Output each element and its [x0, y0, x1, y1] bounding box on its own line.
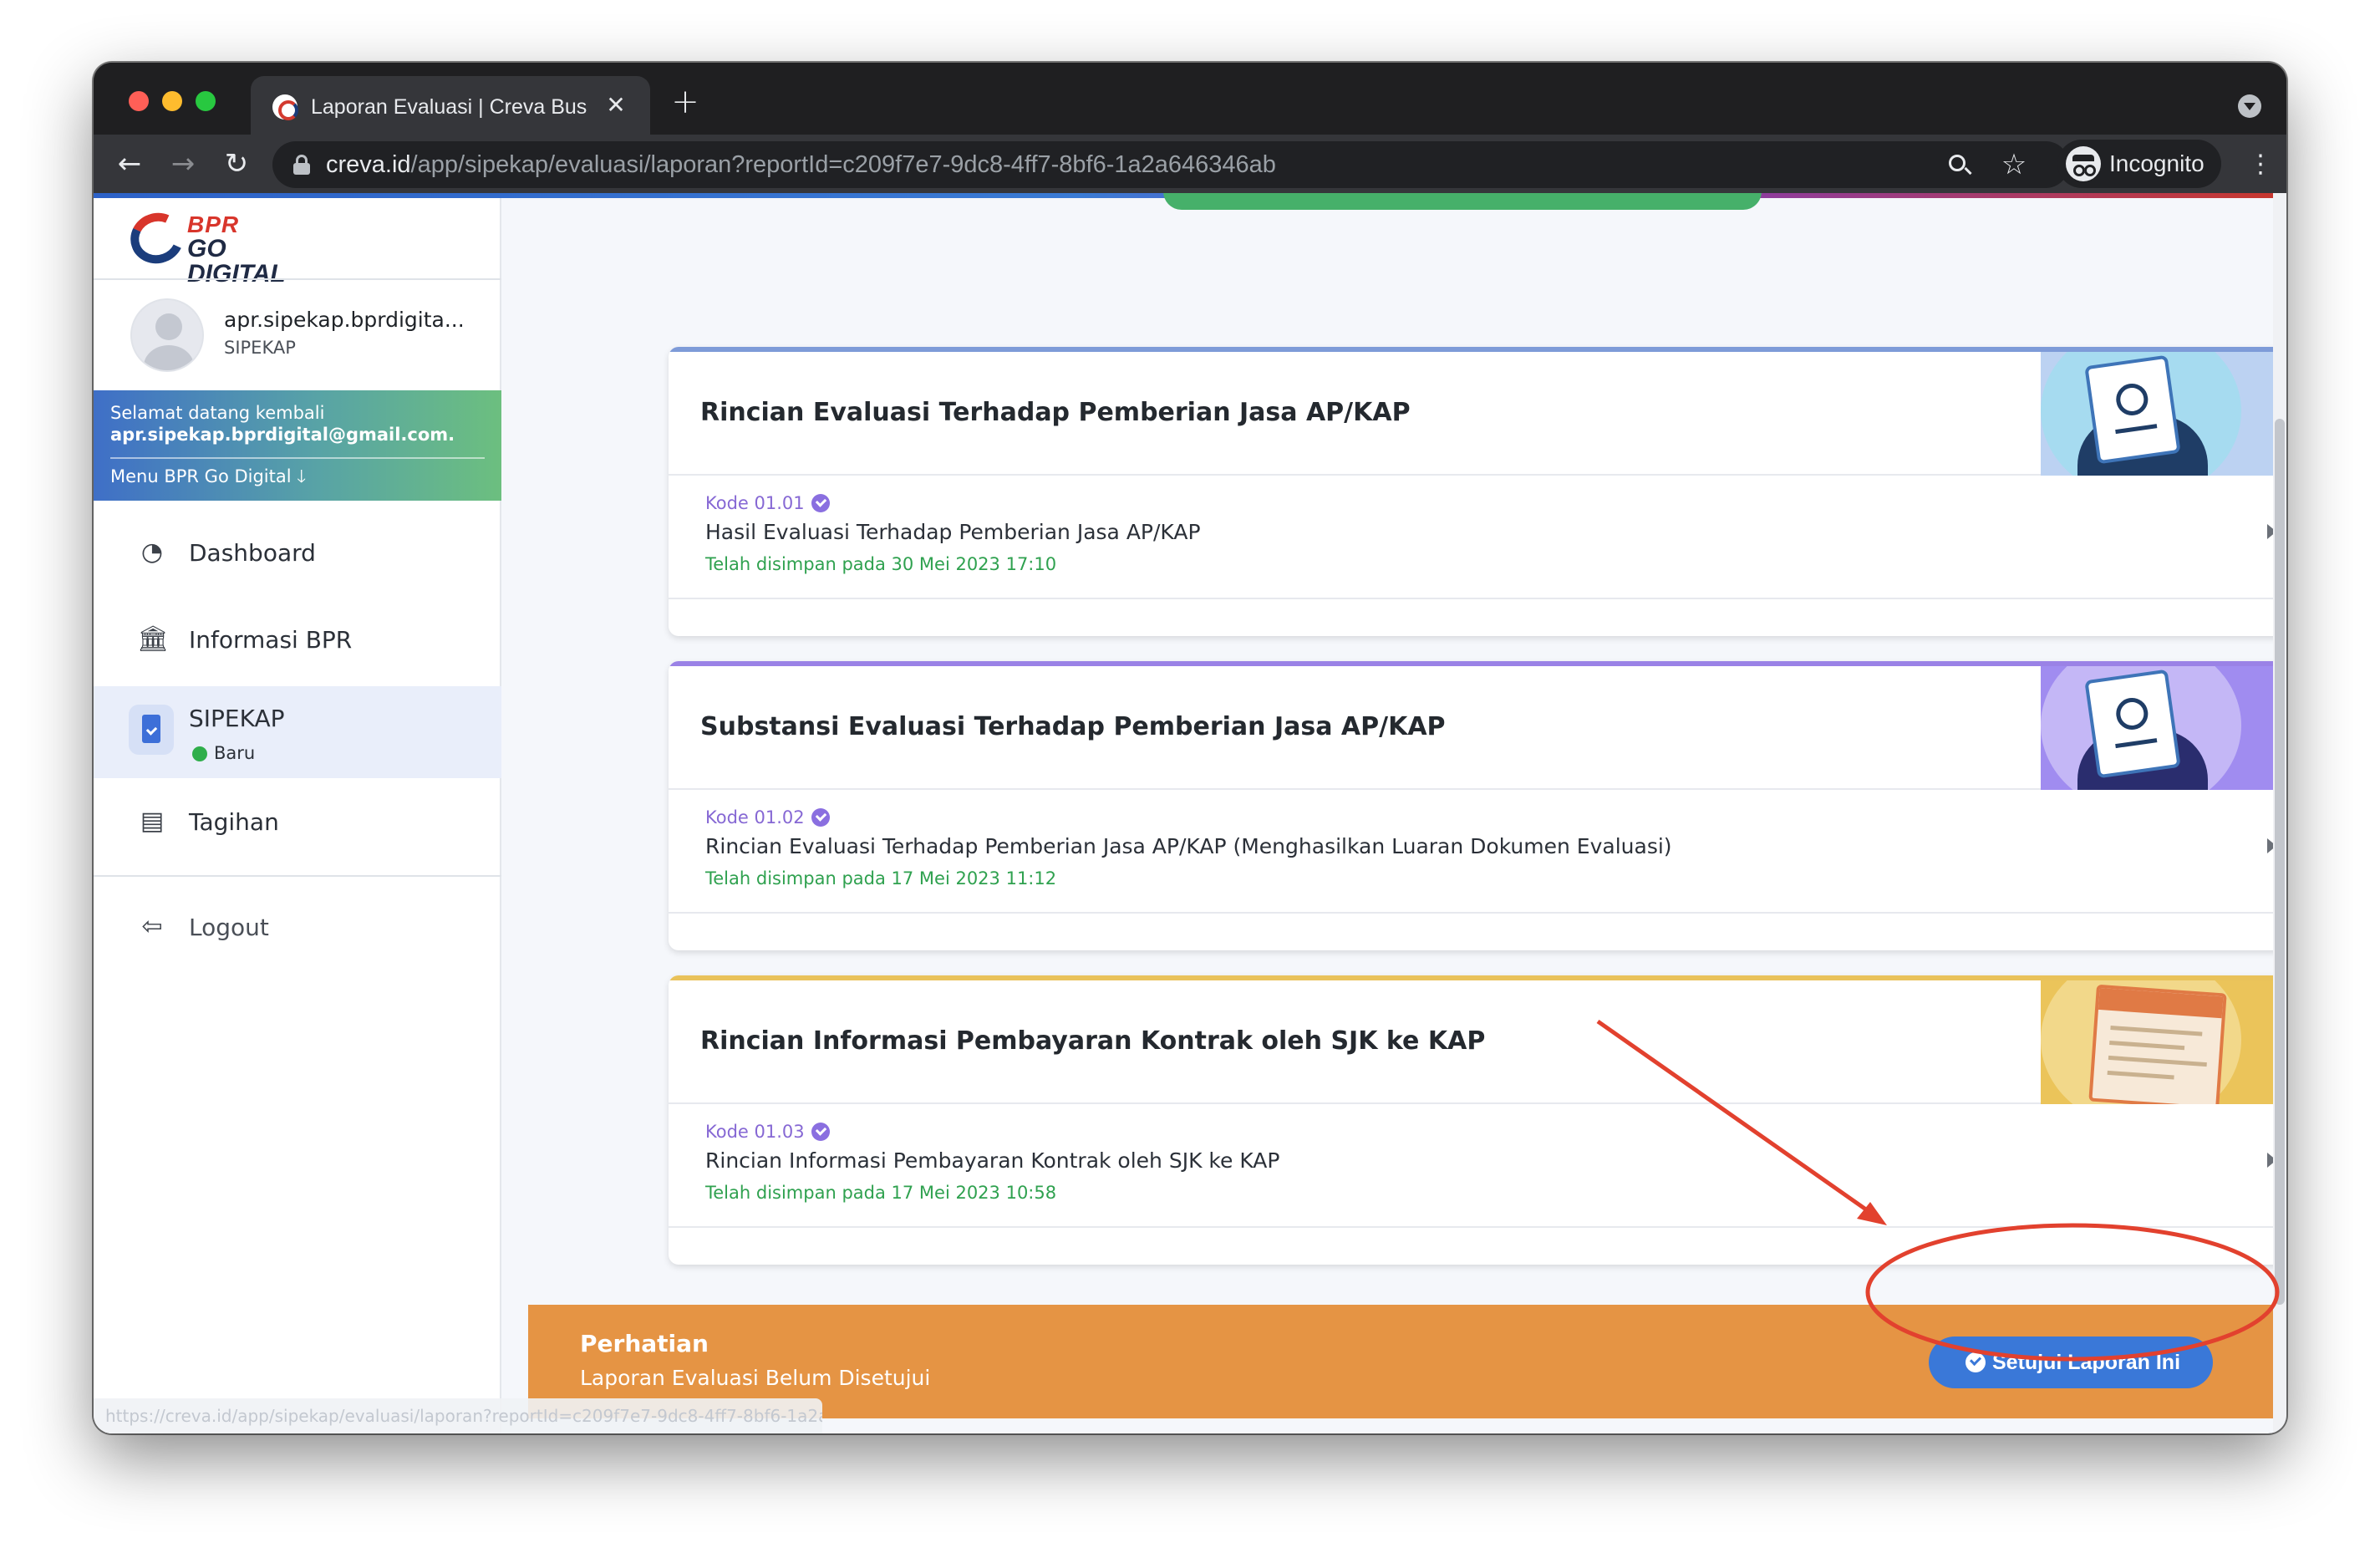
check-circle-icon	[1966, 1352, 1986, 1372]
sidebar-item-label: Logout	[189, 914, 269, 941]
tab-title: Laporan Evaluasi | Creva Business	[311, 95, 587, 119]
dashboard-icon: ◔	[140, 537, 164, 567]
bookmark-star-icon[interactable]: ☆	[1997, 148, 2031, 181]
notice-subtitle: Laporan Evaluasi Belum Disetujui	[580, 1366, 931, 1390]
item-code: Kode 01.01	[705, 492, 830, 514]
clipboard-check-icon	[129, 705, 174, 755]
welcome-greeting: Selamat datang kembali	[110, 403, 325, 423]
item-code: Kode 01.03	[705, 1121, 830, 1143]
sidebar-divider	[94, 875, 501, 877]
creva-favicon-icon	[272, 94, 298, 120]
card-title: Rincian Informasi Pembayaran Kontrak ole…	[700, 1026, 1486, 1056]
reload-button[interactable]: ↻	[219, 146, 254, 181]
minimize-window-button[interactable]	[162, 91, 182, 111]
approve-button-label: Setujui Laporan Ini	[1992, 1351, 2181, 1374]
item-title: Rincian Informasi Pembayaran Kontrak ole…	[705, 1148, 1280, 1173]
item-title: Hasil Evaluasi Terhadap Pemberian Jasa A…	[705, 520, 1201, 544]
browser-menu-icon[interactable]: ⋮	[2248, 148, 2273, 181]
payment-invoice-icon	[2041, 980, 2286, 1104]
sidebar-item-label: Tagihan	[189, 808, 279, 836]
list-item[interactable]: Kode 01.03 Rincian Informasi Pembayaran …	[669, 1106, 2286, 1228]
sidebar-item-informasi-bpr[interactable]: 🏛 Informasi BPR	[94, 598, 501, 690]
item-code-text: Kode 01.01	[705, 493, 805, 513]
card-title: Substansi Evaluasi Terhadap Pemberian Ja…	[700, 712, 1446, 741]
sidebar: BPR GO DIGITAL apr.sipekap.bprdigita... …	[94, 198, 501, 1433]
main-content: Rincian Evaluasi Terhadap Pemberian Jasa…	[528, 193, 2286, 1433]
active-tab[interactable]: Laporan Evaluasi | Creva Business ✕	[251, 76, 650, 135]
lock-icon[interactable]	[292, 155, 311, 175]
new-tab-button[interactable]: +	[670, 85, 700, 119]
bank-icon: 🏛	[137, 624, 170, 654]
sidebar-item-label: SIPEKAP	[189, 705, 285, 732]
bpr-go-digital-logo[interactable]: BPR GO DIGITAL	[123, 205, 331, 287]
notice-title: Perhatian	[580, 1330, 709, 1357]
logo-mark-icon	[123, 205, 191, 272]
welcome-panel: Selamat datang kembali apr.sipekap.bprdi…	[94, 390, 501, 501]
sidebar-item-sipekap[interactable]: SIPEKAP Baru	[94, 686, 501, 778]
user-email: apr.sipekap.bprdigita...	[224, 308, 465, 332]
section-card: Rincian Informasi Pembayaran Kontrak ole…	[669, 975, 2286, 1265]
scrollbar-thumb[interactable]	[2275, 419, 2285, 1305]
menu-bpr-go-digital-toggle[interactable]: Menu BPR Go Digital 🡓	[110, 464, 306, 489]
browser-window: Laporan Evaluasi | Creva Business ✕ + ← …	[94, 63, 2286, 1433]
item-code-text: Kode 01.02	[705, 807, 805, 827]
url-text[interactable]: creva.id/app/sipekap/evaluasi/laporan?re…	[326, 151, 1276, 178]
status-dot-icon	[192, 746, 207, 761]
top-status-pill	[1163, 193, 1762, 210]
incognito-indicator[interactable]: Incognito	[2057, 140, 2221, 188]
verified-check-icon	[811, 1123, 830, 1141]
sidebar-item-logout[interactable]: ⇦ Logout	[94, 885, 501, 977]
tab-search-icon[interactable]	[2238, 94, 2261, 118]
card-header: Substansi Evaluasi Terhadap Pemberian Ja…	[669, 666, 2286, 790]
invoice-icon: ▤	[140, 807, 165, 836]
item-saved-time: Telah disimpan pada 30 Mei 2023 17:10	[705, 554, 1057, 574]
item-title: Rincian Evaluasi Terhadap Pemberian Jasa…	[705, 834, 1672, 858]
url-path: /app/sipekap/evaluasi/laporan?reportId=c…	[410, 151, 1276, 178]
browser-toolbar: ← → ↻ creva.id/app/sipekap/evaluasi/lapo…	[94, 135, 2286, 193]
tab-bar: Laporan Evaluasi | Creva Business ✕ +	[94, 63, 2286, 135]
forward-button[interactable]: →	[165, 146, 201, 181]
section-card: Substansi Evaluasi Terhadap Pemberian Ja…	[669, 661, 2286, 950]
tab-close-icon[interactable]: ✕	[602, 91, 630, 120]
list-item[interactable]: Kode 01.01 Hasil Evaluasi Terhadap Pembe…	[669, 477, 2286, 599]
new-badge: Baru	[214, 743, 256, 763]
zoom-icon[interactable]	[1947, 153, 1972, 178]
verified-check-icon	[811, 808, 830, 827]
avatar[interactable]	[130, 298, 204, 372]
url-host: creva.id	[326, 151, 411, 178]
list-item[interactable]: Kode 01.02 Rincian Evaluasi Terhadap Pem…	[669, 792, 2286, 914]
incognito-icon	[2066, 146, 2101, 181]
card-header: Rincian Evaluasi Terhadap Pemberian Jasa…	[669, 352, 2286, 476]
sidebar-item-tagihan[interactable]: ▤ Tagihan	[94, 780, 501, 872]
link-preview-status: https://creva.id/app/sipekap/evaluasi/la…	[94, 1398, 822, 1433]
card-header: Rincian Informasi Pembayaran Kontrak ole…	[669, 980, 2286, 1104]
sidebar-item-dashboard[interactable]: ◔ Dashboard	[94, 511, 501, 603]
page-viewport: BPR GO DIGITAL apr.sipekap.bprdigita... …	[94, 193, 2286, 1433]
information-book-icon	[2041, 352, 2286, 476]
incognito-label: Incognito	[2109, 150, 2205, 176]
welcome-email: apr.sipekap.bprdigital@gmail.com.	[110, 425, 455, 445]
close-window-button[interactable]	[129, 91, 149, 111]
section-card: Rincian Evaluasi Terhadap Pemberian Jasa…	[669, 347, 2286, 636]
address-bar[interactable]: creva.id/app/sipekap/evaluasi/laporan?re…	[272, 141, 2069, 188]
approve-report-button[interactable]: Setujui Laporan Ini	[1929, 1337, 2213, 1388]
sidebar-item-label: Dashboard	[189, 539, 316, 567]
item-code: Kode 01.02	[705, 807, 830, 828]
sidebar-divider	[94, 278, 501, 280]
sidebar-item-label: Informasi BPR	[189, 626, 353, 654]
item-saved-time: Telah disimpan pada 17 Mei 2023 10:58	[705, 1183, 1057, 1203]
welcome-divider	[110, 457, 485, 459]
information-book-icon	[2041, 666, 2286, 790]
item-code-text: Kode 01.03	[705, 1122, 805, 1142]
user-role: SIPEKAP	[224, 338, 296, 358]
item-saved-time: Telah disimpan pada 17 Mei 2023 11:12	[705, 868, 1057, 888]
logout-icon: ⇦	[141, 912, 163, 941]
back-button[interactable]: ←	[112, 146, 147, 181]
logo-text-bpr: BPR	[187, 211, 240, 237]
card-title: Rincian Evaluasi Terhadap Pemberian Jasa…	[700, 398, 1411, 427]
maximize-window-button[interactable]	[196, 91, 216, 111]
verified-check-icon	[811, 494, 830, 512]
